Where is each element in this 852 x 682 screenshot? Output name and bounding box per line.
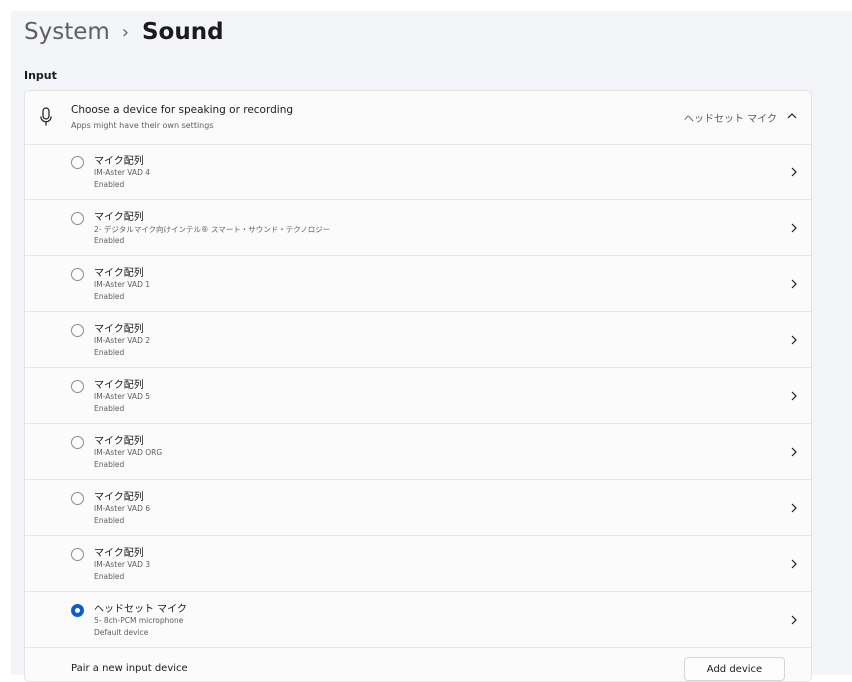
device-name: マイク配列 [94, 324, 144, 335]
chevron-right-icon[interactable] [789, 334, 799, 346]
device-radio[interactable] [71, 324, 84, 337]
device-status: Enabled [94, 516, 125, 525]
selected-input-device: ヘッドセット マイク [684, 114, 777, 125]
device-description: IM-Aster VAD 5 [94, 392, 150, 401]
chevron-right-icon[interactable] [789, 390, 799, 402]
device-row[interactable]: マイク配列 2- デジタルマイク向けインテル® スマート・サウンド・テクノロジー… [25, 200, 811, 256]
chevron-up-icon[interactable] [786, 110, 798, 122]
device-list: マイク配列 IM-Aster VAD 4 Enabled マイク配列 2- デジ… [25, 144, 811, 681]
input-device-selector[interactable]: Choose a device for speaking or recordin… [25, 91, 811, 145]
device-radio[interactable] [71, 492, 84, 505]
device-radio-selected[interactable] [71, 604, 84, 617]
input-device-subtitle: Apps might have their own settings [71, 121, 214, 130]
chevron-right-icon[interactable] [789, 614, 799, 626]
device-name: ヘッドセット マイク [94, 604, 187, 615]
section-heading-input: Input [24, 69, 57, 82]
chevron-right-icon[interactable] [789, 166, 799, 178]
chevron-right-icon[interactable] [789, 278, 799, 290]
input-device-title: Choose a device for speaking or recordin… [71, 104, 294, 116]
device-radio[interactable] [71, 156, 84, 169]
device-status: Enabled [94, 292, 125, 301]
device-status: Enabled [94, 348, 125, 357]
device-radio[interactable] [71, 380, 84, 393]
device-row[interactable]: マイク配列 IM-Aster VAD 6 Enabled [25, 480, 811, 536]
chevron-right-icon[interactable] [789, 222, 799, 234]
device-name: マイク配列 [94, 436, 144, 447]
pair-input-device-row: Pair a new input device Add device [25, 648, 811, 681]
device-status: Enabled [94, 404, 125, 413]
breadcrumb: System › Sound [24, 15, 224, 49]
device-row[interactable]: マイク配列 IM-Aster VAD 1 Enabled [25, 256, 811, 312]
chevron-right-icon[interactable] [789, 502, 799, 514]
device-row[interactable]: ヘッドセット マイク 5- 8ch-PCM microphone Default… [25, 592, 811, 648]
device-name: マイク配列 [94, 268, 144, 279]
device-row[interactable]: マイク配列 IM-Aster VAD 3 Enabled [25, 536, 811, 592]
device-description: IM-Aster VAD ORG [94, 448, 163, 457]
device-row[interactable]: マイク配列 IM-Aster VAD ORG Enabled [25, 424, 811, 480]
settings-page: System › Sound Input Choose a device for… [11, 11, 852, 682]
device-name: マイク配列 [94, 212, 144, 223]
device-row[interactable]: マイク配列 IM-Aster VAD 2 Enabled [25, 312, 811, 368]
device-description: IM-Aster VAD 4 [94, 168, 150, 177]
device-name: マイク配列 [94, 492, 144, 503]
device-row[interactable]: マイク配列 IM-Aster VAD 5 Enabled [25, 368, 811, 424]
device-radio[interactable] [71, 212, 84, 225]
device-radio[interactable] [71, 548, 84, 561]
device-description: IM-Aster VAD 6 [94, 504, 150, 513]
chevron-right-icon[interactable] [789, 558, 799, 570]
device-description: IM-Aster VAD 2 [94, 336, 150, 345]
device-description: IM-Aster VAD 1 [94, 280, 150, 289]
device-description: 2- デジタルマイク向けインテル® スマート・サウンド・テクノロジー [94, 225, 331, 234]
page-title: Sound [141, 19, 224, 45]
device-radio[interactable] [71, 436, 84, 449]
device-status: Enabled [94, 236, 125, 245]
device-name: マイク配列 [94, 156, 144, 167]
device-name: マイク配列 [94, 548, 144, 559]
device-description: 5- 8ch-PCM microphone [94, 616, 184, 625]
device-row[interactable]: マイク配列 IM-Aster VAD 4 Enabled [25, 144, 811, 200]
device-status: Enabled [94, 180, 125, 189]
device-radio[interactable] [71, 268, 84, 281]
device-name: マイク配列 [94, 380, 144, 391]
breadcrumb-separator: › [121, 21, 129, 43]
breadcrumb-system-link[interactable]: System [24, 19, 110, 45]
device-status: Enabled [94, 460, 125, 469]
device-status: Enabled [94, 572, 125, 581]
microphone-icon [40, 107, 52, 126]
input-device-card: Choose a device for speaking or recordin… [24, 90, 812, 682]
device-description: IM-Aster VAD 3 [94, 560, 150, 569]
device-status: Default device [94, 628, 149, 637]
add-device-button[interactable]: Add device [684, 657, 785, 681]
pair-input-device-label: Pair a new input device [71, 663, 188, 674]
chevron-right-icon[interactable] [789, 446, 799, 458]
